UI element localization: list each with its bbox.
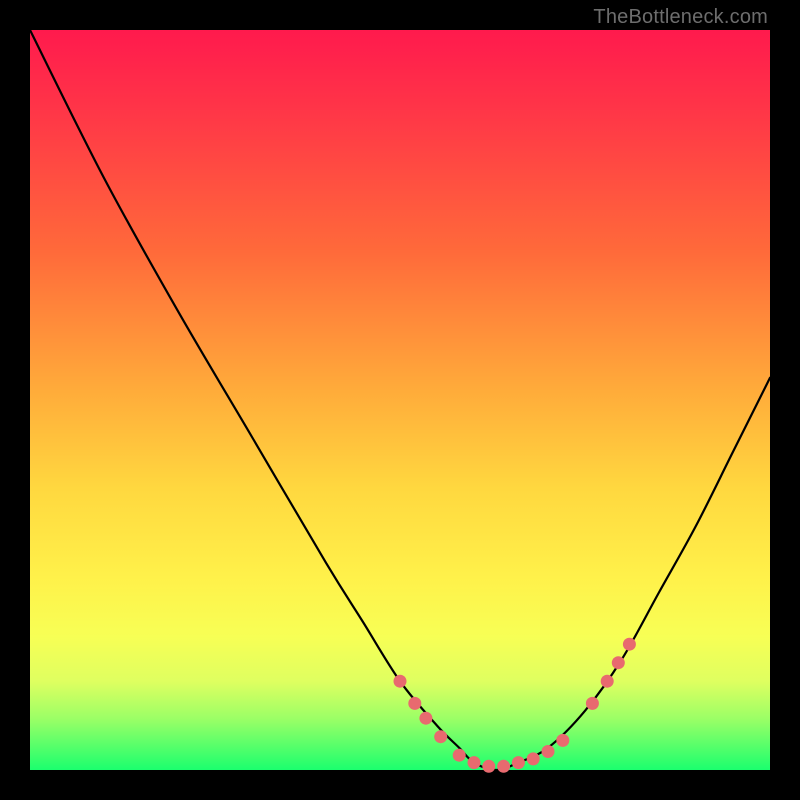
marker-dot xyxy=(601,675,614,688)
marker-dot xyxy=(612,656,625,669)
chart-svg xyxy=(30,30,770,770)
marker-dot xyxy=(527,752,540,765)
marker-dot xyxy=(623,638,636,651)
marker-dot xyxy=(556,734,569,747)
marker-dot xyxy=(512,756,525,769)
marker-dot xyxy=(419,712,432,725)
marker-dot xyxy=(434,730,447,743)
marker-dot xyxy=(453,749,466,762)
watermark-text: TheBottleneck.com xyxy=(593,6,768,29)
marker-dot xyxy=(468,756,481,769)
bottleneck-curve xyxy=(30,30,770,770)
marker-dot xyxy=(408,697,421,710)
plot-area xyxy=(30,30,770,770)
marker-dot xyxy=(482,760,495,773)
marker-dot xyxy=(542,745,555,758)
marker-dot xyxy=(394,675,407,688)
chart-frame: TheBottleneck.com xyxy=(0,0,800,800)
marker-dots xyxy=(394,638,636,773)
marker-dot xyxy=(497,760,510,773)
marker-dot xyxy=(586,697,599,710)
